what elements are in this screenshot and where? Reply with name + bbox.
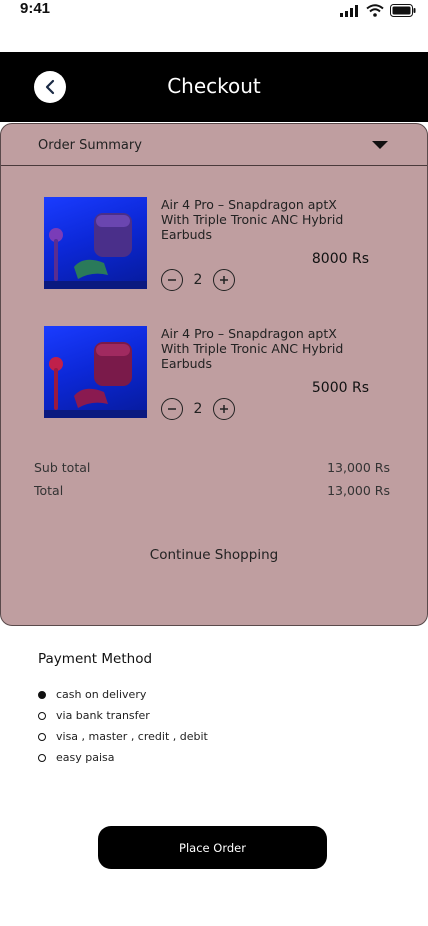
payment-options: cash on delivery via bank transfer visa …: [38, 684, 208, 768]
payment-option-label: via bank transfer: [56, 709, 150, 722]
total-value: 13,000 Rs: [327, 483, 390, 498]
item-price: 8000 Rs: [311, 251, 369, 267]
place-order-button[interactable]: Place Order: [98, 826, 327, 869]
decrement-button[interactable]: [161, 398, 183, 420]
plus-icon: [220, 276, 228, 284]
payment-option-cash[interactable]: cash on delivery: [38, 684, 208, 705]
cart-item: Air 4 Pro – Snapdragon aptX With Triple …: [1, 326, 427, 421]
order-summary-header[interactable]: Order Summary: [1, 124, 427, 166]
product-image: [44, 326, 147, 418]
subtotal-value: 13,000 Rs: [327, 460, 390, 475]
item-price: 5000 Rs: [311, 380, 369, 396]
payment-option-card[interactable]: visa , master , credit , debit: [38, 726, 208, 747]
product-name: Air 4 Pro – Snapdragon aptX With Triple …: [161, 326, 344, 371]
status-icons: [340, 4, 416, 17]
page-title: Checkout: [167, 74, 261, 98]
quantity-value: 2: [193, 272, 203, 288]
product-image: [44, 197, 147, 289]
payment-method-title: Payment Method: [38, 651, 153, 667]
payment-option-label: cash on delivery: [56, 688, 147, 701]
subtotal-label: Sub total: [34, 460, 91, 475]
continue-shopping-link[interactable]: Continue Shopping: [1, 547, 427, 563]
battery-icon: [390, 4, 416, 17]
payment-option-easypaisa[interactable]: easy paisa: [38, 747, 208, 768]
status-bar: 9:41: [0, 0, 428, 24]
cart-item: Air 4 Pro – Snapdragon aptX With Triple …: [1, 197, 427, 292]
wifi-icon: [366, 4, 384, 17]
status-time: 9:41: [20, 0, 51, 17]
radio-icon[interactable]: [38, 732, 46, 741]
plus-icon: [220, 405, 228, 413]
minus-icon: [168, 279, 176, 281]
caret-down-icon[interactable]: [371, 139, 389, 151]
payment-option-bank[interactable]: via bank transfer: [38, 705, 208, 726]
decrement-button[interactable]: [161, 269, 183, 291]
payment-option-label: easy paisa: [56, 751, 115, 764]
order-summary-card: Order Summary Air 4 Pro – Snapdragon apt…: [0, 123, 428, 626]
earbuds-image: [44, 342, 147, 418]
radio-icon[interactable]: [38, 711, 46, 720]
quantity-stepper: 2: [161, 398, 235, 420]
payment-option-label: visa , master , credit , debit: [56, 730, 208, 743]
order-summary-title: Order Summary: [38, 138, 142, 153]
radio-selected-icon[interactable]: [38, 690, 46, 699]
product-name: Air 4 Pro – Snapdragon aptX With Triple …: [161, 197, 344, 242]
total-label: Total: [34, 483, 64, 498]
header-bar: Checkout: [0, 52, 428, 122]
quantity-value: 2: [193, 401, 203, 417]
signal-icon: [340, 4, 358, 17]
radio-icon[interactable]: [38, 753, 46, 762]
increment-button[interactable]: [213, 269, 235, 291]
increment-button[interactable]: [213, 398, 235, 420]
earbuds-image: [44, 213, 147, 289]
quantity-stepper: 2: [161, 269, 235, 291]
minus-icon: [168, 408, 176, 410]
